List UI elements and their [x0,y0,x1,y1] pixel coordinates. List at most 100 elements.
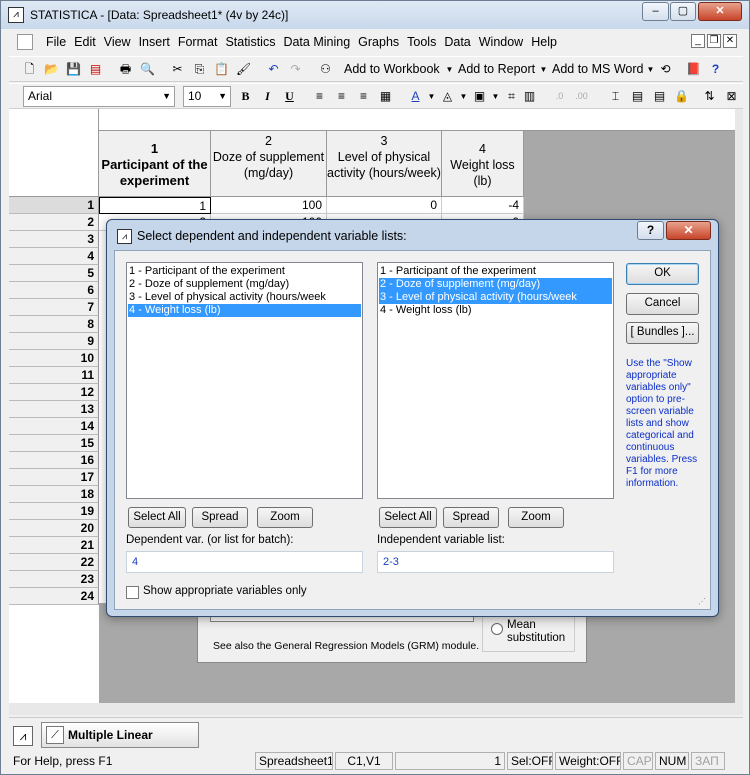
horizontal-scrollbar[interactable] [9,703,743,715]
statistica-task-icon[interactable]: ⩘ [13,726,33,746]
fill-color-dropdown-icon[interactable]: ▼ [455,88,472,105]
vertical-scrollbar[interactable] [735,109,743,703]
dependent-zoom-button[interactable]: Zoom [257,507,313,528]
row-header[interactable]: 7 [9,299,99,316]
pdf-icon[interactable]: ▤ [87,61,104,78]
row-header[interactable]: 6 [9,282,99,299]
list-item-selected[interactable]: 4 - Weight loss (lb) [128,304,361,317]
marker-icon[interactable]: ⌗ [503,88,520,105]
dependent-variable-list[interactable]: 1 - Participant of the experiment 2 - Do… [126,262,363,499]
document-menu-icon[interactable] [17,34,33,50]
row-header[interactable]: 23 [9,571,99,588]
dialog-close-button[interactable]: ✕ [666,221,711,240]
menu-help[interactable]: Help [527,34,561,50]
statistica-app-icon[interactable]: ⩘ [8,7,24,23]
independent-select-all-button[interactable]: Select All [379,507,437,528]
row-header[interactable]: 4 [9,248,99,265]
sort-icon[interactable]: ⇅ [701,88,718,105]
sync-icon[interactable]: ⟲ [657,61,674,78]
list-item-selected[interactable]: 3 - Level of physical activity (hours/we… [379,291,612,304]
row-header[interactable]: 10 [9,350,99,367]
add-to-report-button[interactable]: Add to Report [458,62,535,76]
list-item-selected[interactable]: 2 - Doze of supplement (mg/day) [379,278,612,291]
row-header[interactable]: 16 [9,452,99,469]
row-header[interactable]: 5 [9,265,99,282]
menu-format[interactable]: Format [174,34,222,50]
resize-grip-icon[interactable]: ⋰ [698,597,708,607]
font-color-dropdown-icon[interactable]: ▼ [423,88,440,105]
cancel-button[interactable]: Cancel [626,293,699,315]
cell-r1-c4[interactable]: -4 [442,197,524,214]
menu-data-mining[interactable]: Data Mining [279,34,354,50]
row-header[interactable]: 15 [9,435,99,452]
title-bar[interactable]: ⩘ STATISTICA - [Data: Spreadsheet1* (4v … [1,1,749,29]
add-to-workbook-button[interactable]: Add to Workbook [344,62,440,76]
binoculars-icon[interactable]: ⚇ [317,61,334,78]
menu-view[interactable]: View [100,34,135,50]
font-combo[interactable]: Arial ▼ [23,86,175,107]
italic-button[interactable]: I [259,88,276,105]
row-header[interactable]: 18 [9,486,99,503]
mean-substitution-radio[interactable] [491,623,503,635]
menu-statistics[interactable]: Statistics [221,34,279,50]
ok-button[interactable]: OK [626,263,699,285]
row-header[interactable]: 21 [9,537,99,554]
bundles-button[interactable]: [ Bundles ]... [626,322,699,344]
case-specs-icon[interactable]: ▤ [651,88,668,105]
row-header[interactable]: 22 [9,554,99,571]
dependent-field[interactable]: 4 [126,551,363,573]
row-header[interactable]: 24 [9,588,99,605]
font-size-dropdown-icon[interactable]: ▼ [218,87,227,106]
borders-icon[interactable]: ▣ [471,88,488,105]
dialog-help-button[interactable]: ? [637,221,664,240]
show-appropriate-checkbox[interactable] [126,586,139,599]
minimize-button[interactable]: – [642,2,669,21]
print-preview-icon[interactable]: 🔍 [139,61,156,78]
add-to-workbook-dropdown-icon[interactable]: ▼ [441,61,458,78]
mdi-restore-button[interactable]: ❐ [707,34,721,48]
new-icon[interactable]: 🗋 [21,61,38,78]
increase-decimal-icon[interactable]: .0 [551,88,568,105]
independent-zoom-button[interactable]: Zoom [508,507,564,528]
row-header[interactable]: 11 [9,367,99,384]
context-help-icon[interactable]: ? [707,61,724,78]
font-dropdown-icon[interactable]: ▼ [162,87,171,106]
cut-icon[interactable]: ✂ [169,61,186,78]
menu-insert[interactable]: Insert [135,34,174,50]
row-header[interactable]: 2 [9,214,99,231]
row-header[interactable]: 3 [9,231,99,248]
row-header[interactable]: 19 [9,503,99,520]
column-header-4[interactable]: 4 Weight loss (lb) [442,131,524,197]
menu-file[interactable]: File [42,34,70,50]
grid-icon[interactable]: ▥ [521,88,538,105]
mdi-minimize-button[interactable]: _ [691,34,705,48]
menu-graphs[interactable]: Graphs [354,34,403,50]
align-right-icon[interactable]: ≡ [355,88,372,105]
row-header[interactable]: 13 [9,401,99,418]
split-icon[interactable]: ⌶ [607,88,624,105]
variable-specs-icon[interactable]: ▤ [629,88,646,105]
add-to-msword-button[interactable]: Add to MS Word [552,62,643,76]
font-size-combo[interactable]: 10 ▼ [183,86,231,107]
cell-format-icon[interactable]: ▦ [377,88,394,105]
independent-variable-list[interactable]: 1 - Participant of the experiment 2 - Do… [377,262,614,499]
close-button[interactable]: ✕ [698,2,742,21]
align-left-icon[interactable]: ≡ [311,88,328,105]
column-header-3[interactable]: 3 Level of physical activity (hours/week… [327,131,442,197]
redo-icon[interactable]: ↷ [287,61,304,78]
menu-data[interactable]: Data [440,34,474,50]
row-header[interactable]: 9 [9,333,99,350]
bold-button[interactable]: B [237,88,254,105]
row-header[interactable]: 12 [9,384,99,401]
spreadsheet-corner[interactable] [9,109,99,197]
list-item[interactable]: 2 - Doze of supplement (mg/day) [128,278,361,291]
paste-icon[interactable]: 📋 [213,61,230,78]
print-icon[interactable]: 🖶 [117,61,134,78]
spreadsheet-title-row[interactable] [99,109,735,131]
list-item[interactable]: 3 - Level of physical activity (hours/we… [128,291,361,304]
row-header[interactable]: 14 [9,418,99,435]
missing-data-icon[interactable]: ⊠ [723,88,740,105]
menu-tools[interactable]: Tools [403,34,440,50]
independent-field[interactable]: 2-3 [377,551,614,573]
copy-icon[interactable]: ⎘ [191,61,208,78]
